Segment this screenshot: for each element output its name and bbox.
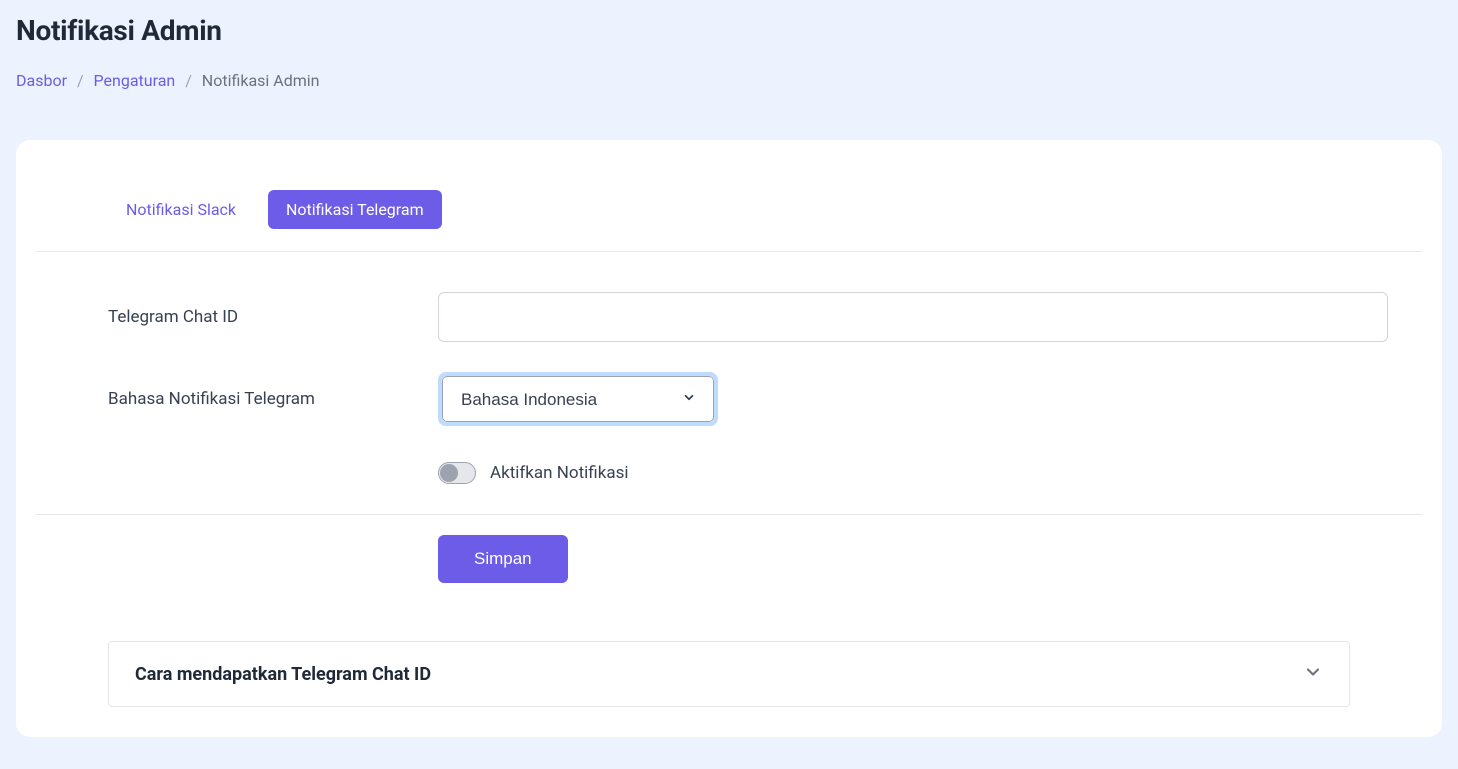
- tab-telegram-notifications[interactable]: Notifikasi Telegram: [268, 190, 442, 229]
- save-button[interactable]: Simpan: [438, 535, 568, 583]
- tabs: Notifikasi Slack Notifikasi Telegram: [36, 190, 1422, 252]
- toggle-knob: [440, 464, 458, 482]
- chevron-down-icon: [1303, 662, 1323, 686]
- telegram-language-label: Bahasa Notifikasi Telegram: [108, 389, 438, 409]
- breadcrumb: Dasbor / Pengaturan / Notifikasi Admin: [16, 71, 1442, 90]
- help-accordion-header[interactable]: Cara mendapatkan Telegram Chat ID: [109, 642, 1349, 706]
- page-title: Notifikasi Admin: [16, 14, 1442, 47]
- enable-notifications-toggle[interactable]: [438, 462, 476, 484]
- telegram-chat-id-label: Telegram Chat ID: [108, 307, 438, 327]
- breadcrumb-current: Notifikasi Admin: [202, 71, 320, 90]
- enable-notifications-label: Aktifkan Notifikasi: [490, 463, 629, 483]
- help-accordion-title: Cara mendapatkan Telegram Chat ID: [135, 664, 431, 685]
- settings-card: Notifikasi Slack Notifikasi Telegram Tel…: [16, 140, 1442, 737]
- breadcrumb-link-dasbor[interactable]: Dasbor: [16, 71, 67, 90]
- telegram-chat-id-input[interactable]: [438, 292, 1388, 342]
- breadcrumb-separator: /: [185, 71, 192, 90]
- telegram-language-select[interactable]: Bahasa Indonesia: [442, 376, 714, 422]
- help-accordion: Cara mendapatkan Telegram Chat ID: [108, 641, 1350, 707]
- breadcrumb-separator: /: [77, 71, 84, 90]
- telegram-form: Telegram Chat ID Bahasa Notifikasi Teleg…: [36, 292, 1422, 515]
- breadcrumb-link-pengaturan[interactable]: Pengaturan: [94, 71, 176, 90]
- tab-slack-notifications[interactable]: Notifikasi Slack: [108, 190, 254, 229]
